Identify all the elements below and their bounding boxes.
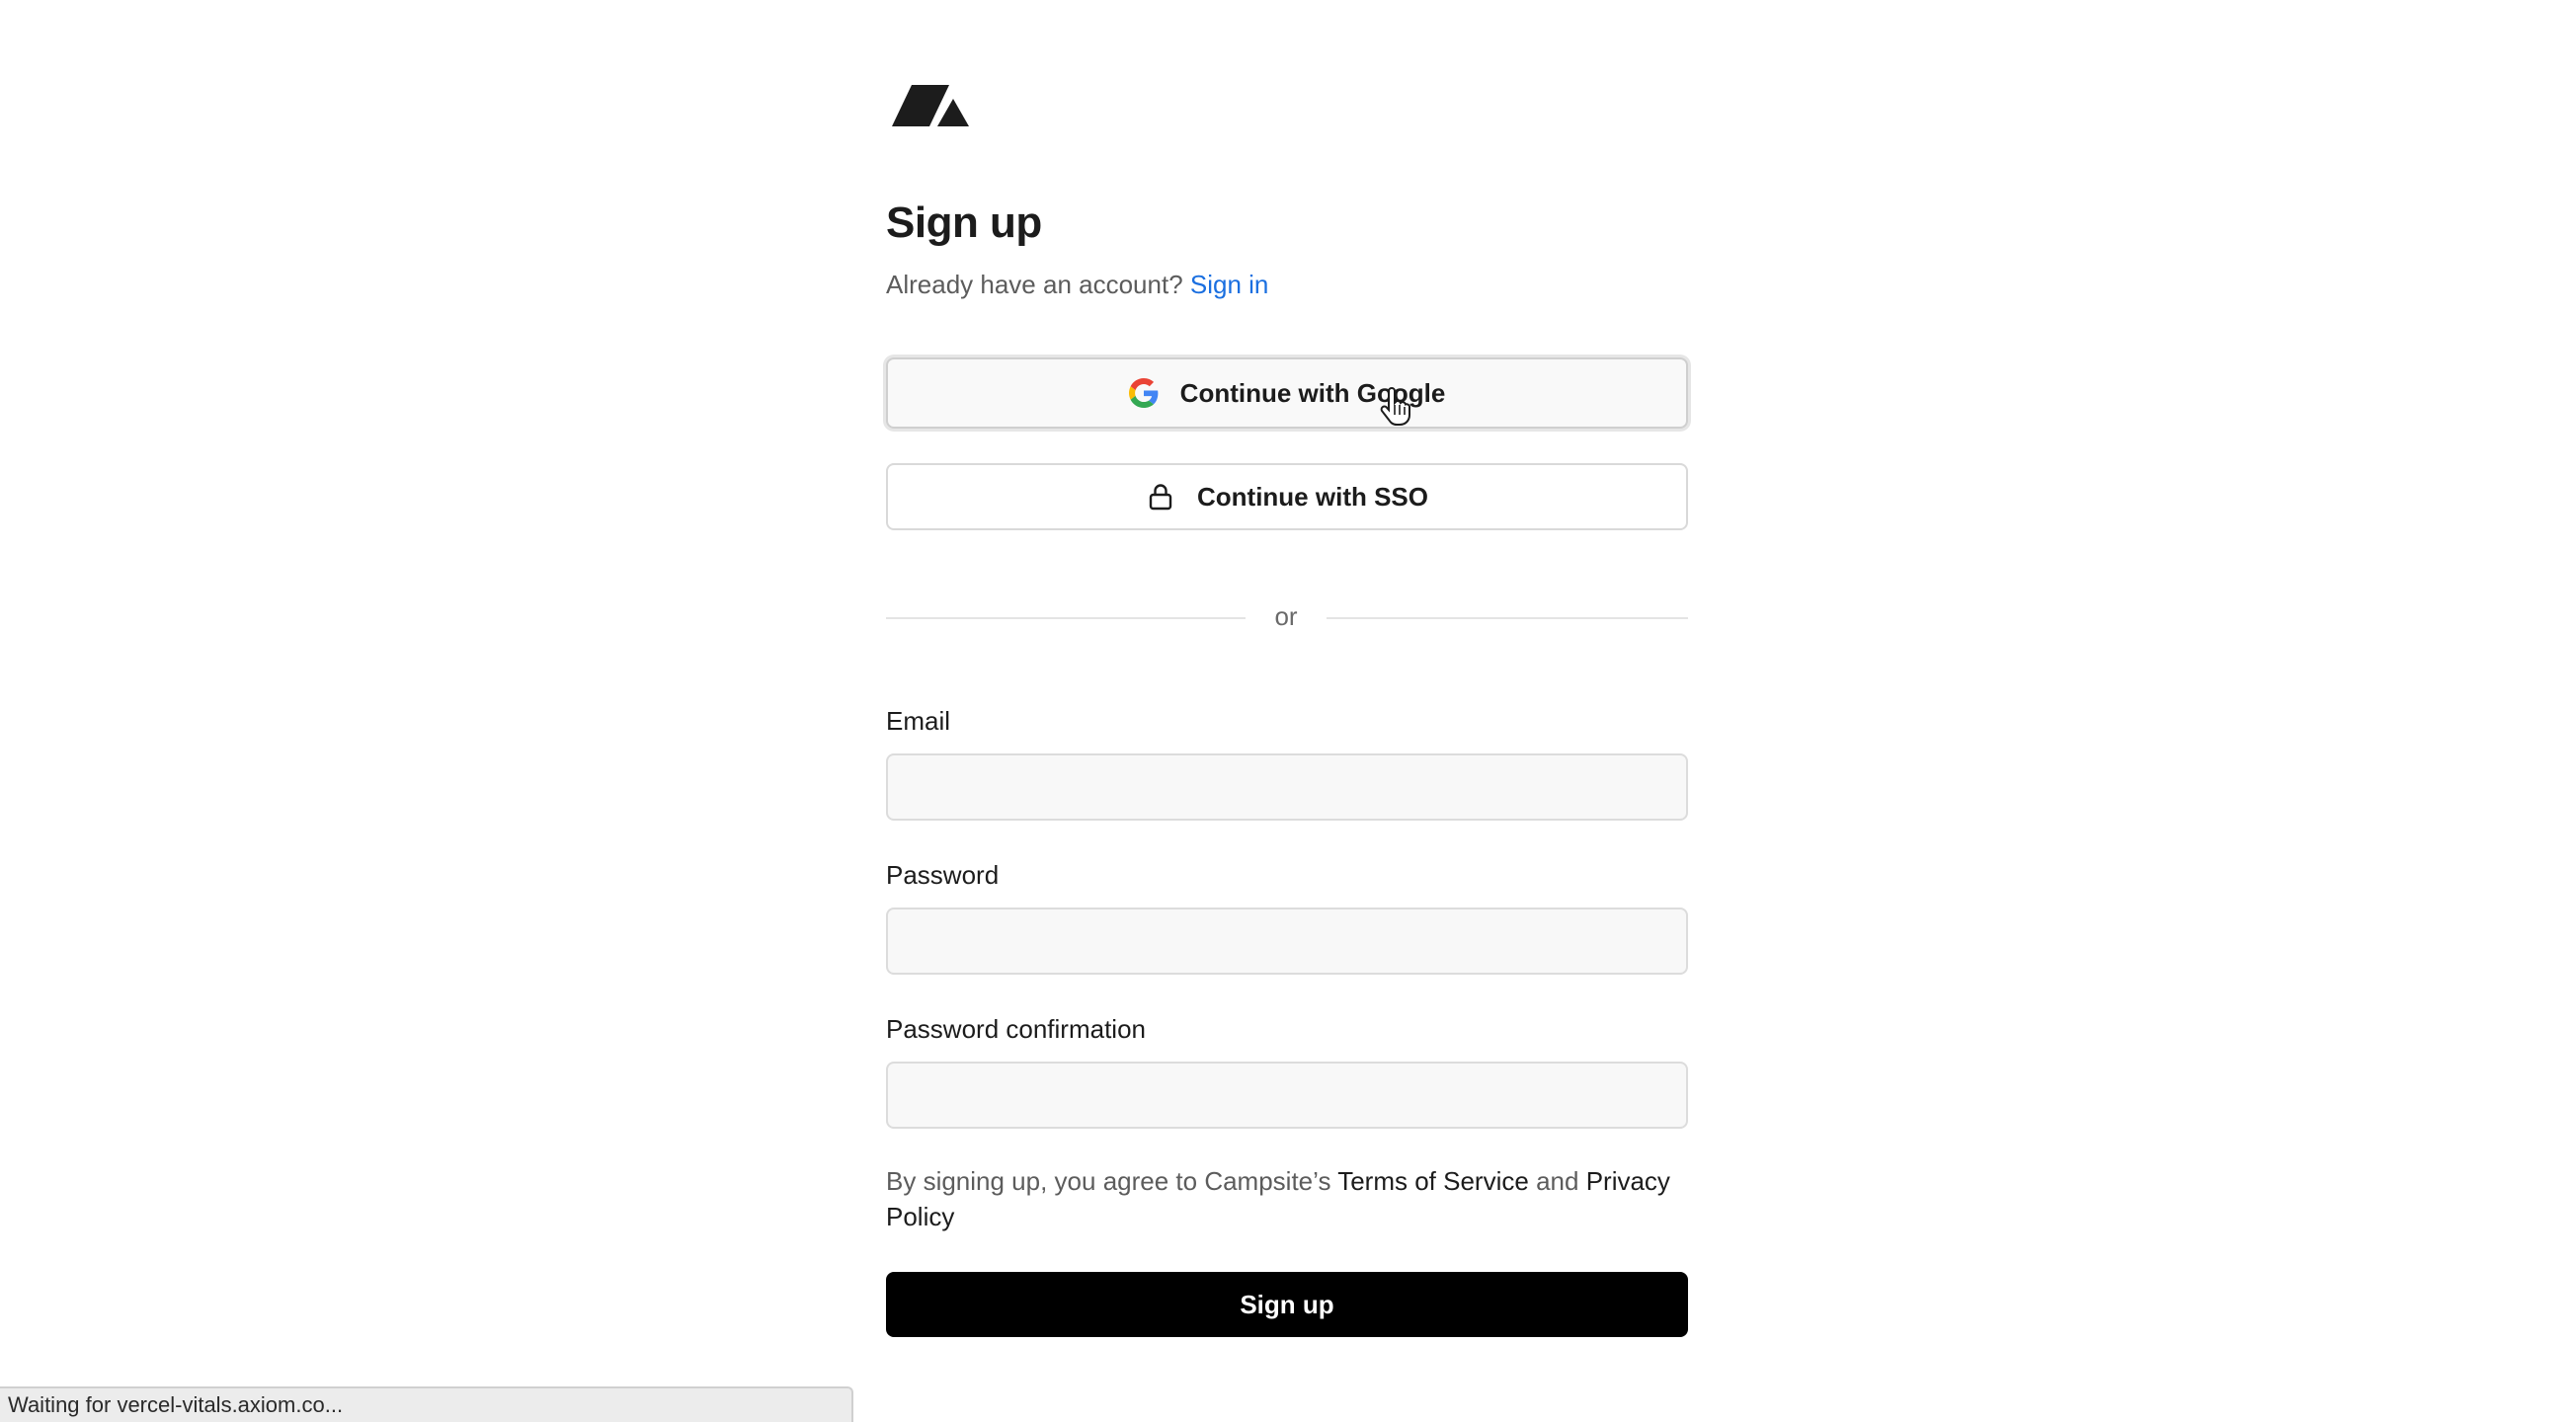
divider-or-text: or <box>1274 601 1298 631</box>
or-divider: or <box>886 596 1688 636</box>
password-field[interactable] <box>886 908 1688 975</box>
lock-icon <box>1146 482 1175 512</box>
email-label: Email <box>886 706 951 736</box>
divider-line-left <box>886 617 1246 619</box>
terms-notice: By signing up, you agree to Campsite’s T… <box>886 1163 1688 1234</box>
google-button-label: Continue with Google <box>1179 377 1446 408</box>
continue-with-sso-button[interactable]: Continue with SSO <box>886 463 1688 530</box>
page-title: Sign up <box>886 198 1042 247</box>
sso-button-label: Continue with SSO <box>1197 481 1428 512</box>
google-icon <box>1128 378 1159 408</box>
terms-prefix-text: By signing up, you agree to Campsite’s <box>886 1166 1331 1196</box>
browser-status-bar: Waiting for vercel-vitals.axiom.co... <box>0 1386 853 1422</box>
divider-line-right <box>1327 617 1688 619</box>
password-confirmation-field[interactable] <box>886 1062 1688 1129</box>
continue-with-google-button[interactable]: Continue with Google <box>886 357 1688 429</box>
sign-up-button[interactable]: Sign up <box>886 1272 1688 1337</box>
email-field[interactable] <box>886 753 1688 821</box>
campsite-logo-icon <box>892 85 969 126</box>
signup-page: Sign up Already have an account? Sign in… <box>0 0 2576 1422</box>
terms-and-text: and <box>1536 1166 1579 1196</box>
password-confirmation-label: Password confirmation <box>886 1014 1146 1044</box>
password-label: Password <box>886 860 1000 890</box>
have-account-text: Already have an account? <box>886 270 1183 299</box>
terms-of-service-link[interactable]: Terms of Service <box>1337 1166 1529 1196</box>
signin-prompt: Already have an account? Sign in <box>886 267 1268 302</box>
sign-in-link[interactable]: Sign in <box>1190 270 1269 299</box>
